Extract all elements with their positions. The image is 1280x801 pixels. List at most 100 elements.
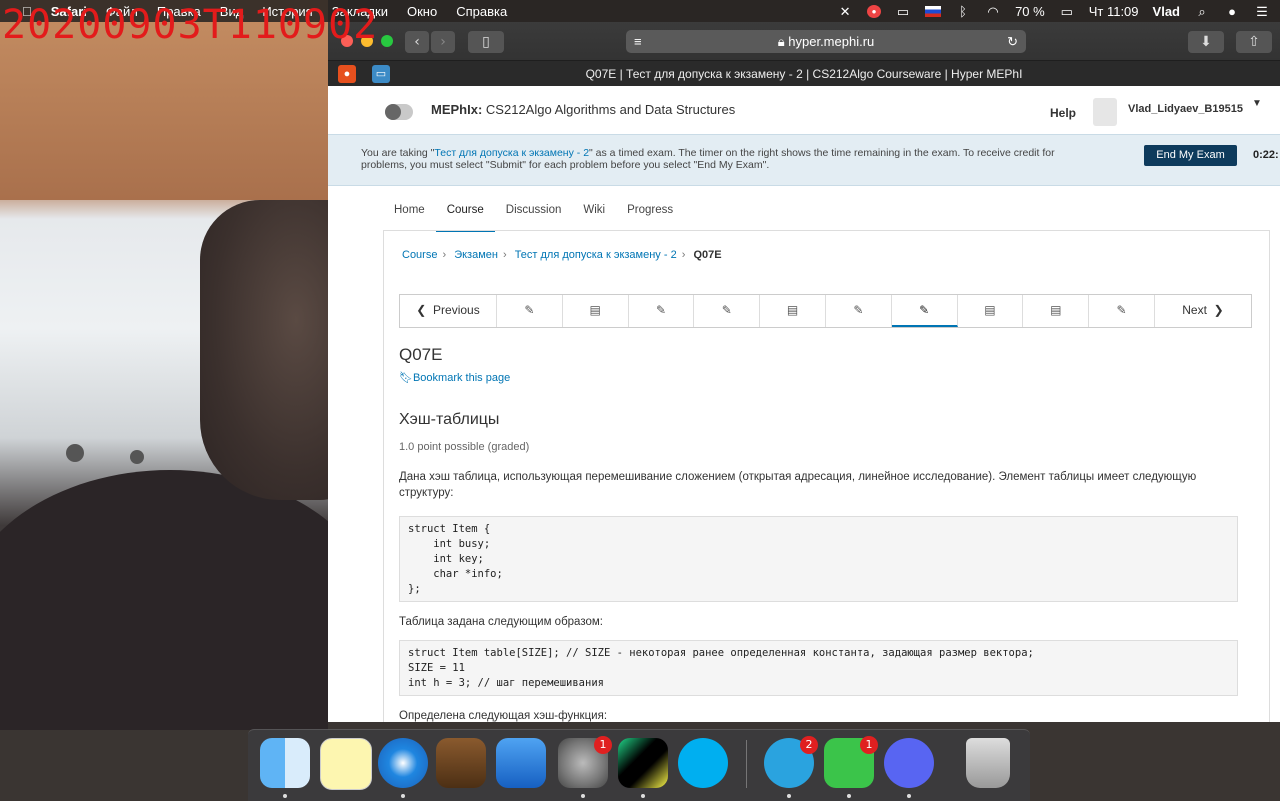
chevron-left-icon: ❮ — [416, 303, 427, 317]
zoom-window-button[interactable] — [381, 35, 393, 47]
back-button[interactable]: ‹ — [405, 31, 429, 53]
exam-link[interactable]: Тест для допуска к экзамену - 2 — [434, 147, 589, 159]
garageband-icon[interactable] — [436, 738, 486, 788]
previous-button[interactable]: ❮ Previous — [400, 295, 497, 327]
tab-wiki[interactable]: Wiki — [572, 200, 616, 230]
sequence-unit-problem-icon[interactable]: ✎ — [694, 295, 761, 327]
pycharm-icon[interactable] — [618, 738, 668, 788]
lock-icon: 🔒︎ — [777, 34, 785, 49]
battery-icon[interactable]: ▭ — [1059, 5, 1075, 18]
tab-bar: ● ▭ Q07E | Тест для допуска к экзамену -… — [328, 60, 1280, 87]
trash-icon[interactable] — [966, 738, 1010, 788]
finder-icon[interactable] — [260, 738, 310, 788]
breadcrumb-section[interactable]: Экзамен — [454, 249, 498, 261]
discord-icon[interactable] — [884, 738, 934, 788]
exam-message: You are taking "Тест для допуска к экзам… — [361, 147, 1081, 171]
active-tab-title[interactable]: Q07E | Тест для допуска к экзамену - 2 |… — [328, 67, 1280, 81]
notes-icon[interactable] — [320, 738, 372, 790]
running-indicator — [847, 794, 851, 798]
sidebar-toggle-icon[interactable]: ▯ — [468, 31, 504, 53]
forward-button[interactable]: › — [431, 31, 455, 53]
next-button[interactable]: Next ❯ — [1155, 295, 1251, 327]
sequence-unit-problem-icon[interactable]: ✎ — [497, 295, 563, 327]
sequence-navigation: ❮ Previous ✎ ▤ ✎ ✎ ▤ ✎ ✎ ▤ ▤ ✎ Next ❯ — [399, 294, 1252, 328]
wifi-icon[interactable]: ◠ — [985, 5, 1001, 18]
breadcrumb-course[interactable]: Course — [402, 249, 437, 261]
display-status-icon[interactable]: ▭ — [895, 5, 911, 18]
sequence-unit-problem-icon[interactable]: ✎ — [1089, 295, 1155, 327]
battery-percentage[interactable]: 70 % — [1015, 4, 1045, 19]
spotlight-search-icon[interactable]: ⌕ — [1194, 5, 1210, 18]
notification-status-icon[interactable]: • — [867, 4, 882, 18]
dock-separator — [746, 740, 747, 788]
running-indicator — [641, 794, 645, 798]
browser-toolbar: ‹ › ▯ ≡ 🔒︎ hyper.mephi.ru ↻ ⬇ ⇧ — [328, 22, 1280, 60]
running-indicator — [787, 794, 791, 798]
share-icon[interactable]: ⇧ — [1236, 31, 1272, 53]
reader-icon[interactable]: ≡ — [634, 30, 642, 53]
username-link[interactable]: Vlad_Lidyaev_B19515 — [1128, 103, 1243, 115]
help-link[interactable]: Help — [1050, 106, 1076, 120]
menu-user[interactable]: Vlad — [1153, 4, 1180, 19]
webcam-person-body — [0, 470, 328, 730]
siri-icon[interactable]: ● — [1224, 5, 1240, 18]
timed-exam-banner: You are taking "Тест для допуска к экзам… — [328, 134, 1280, 186]
sequence-unit-text-icon[interactable]: ▤ — [760, 295, 826, 327]
xcode-icon[interactable] — [496, 738, 546, 788]
address-bar[interactable]: ≡ 🔒︎ hyper.mephi.ru ↻ — [626, 30, 1026, 53]
sequence-unit-text-icon[interactable]: ▤ — [563, 295, 629, 327]
exam-timer: 0:22: — [1253, 149, 1279, 161]
table-definition-text: Таблица задана следующим образом: — [399, 616, 603, 628]
keyboard-layout-flag-icon[interactable] — [925, 5, 942, 17]
web-page: MEPhIx: CS212Algo Algorithms and Data St… — [328, 86, 1280, 722]
browser-window: ‹ › ▯ ≡ 🔒︎ hyper.mephi.ru ↻ ⬇ ⇧ ● ▭ Q07E… — [328, 22, 1280, 722]
sequence-unit-text-icon[interactable]: ▤ — [958, 295, 1024, 327]
bookmark-icon: 🔖︎ — [399, 372, 413, 384]
reload-icon[interactable]: ↻ — [1007, 30, 1018, 53]
breadcrumb-subsection[interactable]: Тест для допуска к экзамену - 2 — [515, 249, 677, 261]
menu-window[interactable]: Окно — [407, 4, 437, 19]
avatar[interactable] — [1093, 98, 1117, 126]
sequence-unit-problem-icon[interactable]: ✎ — [826, 295, 892, 327]
tab-progress[interactable]: Progress — [616, 200, 684, 230]
skype-icon[interactable] — [678, 738, 728, 788]
unit-title: Q07E — [399, 345, 443, 364]
webcam-person-head — [200, 200, 328, 500]
problem-description: Дана хэш таблица, использующая перемешив… — [399, 471, 1197, 499]
menu-clock[interactable]: Чт 11:09 — [1089, 4, 1139, 19]
running-indicator — [907, 794, 911, 798]
menu-toggle[interactable] — [385, 104, 413, 120]
site-header: MEPhIx: CS212Algo Algorithms and Data St… — [328, 86, 1280, 134]
sequence-unit-current-problem-icon[interactable]: ✎ — [891, 295, 958, 327]
org-label: MEPhIx: — [431, 102, 483, 117]
dock: 1 2 1 — [248, 729, 1030, 801]
downloads-icon[interactable]: ⬇ — [1188, 31, 1224, 53]
url-text: hyper.mephi.ru — [788, 34, 875, 49]
sequence-unit-text-icon[interactable]: ▤ — [1023, 295, 1090, 327]
bluetooth-icon[interactable]: ᛒ — [955, 5, 971, 18]
telegram-badge: 2 — [800, 736, 818, 754]
tab-discussion[interactable]: Discussion — [495, 200, 573, 230]
code-block-struct: struct Item { int busy; int key; char *i… — [399, 516, 1238, 602]
recording-timestamp: 20200903T110902 — [2, 2, 379, 48]
webcam-object — [66, 444, 84, 462]
tab-course[interactable]: Course — [435, 200, 495, 232]
breadcrumb-current: Q07E — [693, 249, 722, 261]
exam-message-prefix: You are taking " — [361, 147, 435, 159]
system-preferences-badge: 1 — [594, 736, 612, 754]
menu-help[interactable]: Справка — [456, 4, 507, 19]
previous-label: Previous — [433, 303, 480, 317]
safari-icon[interactable] — [378, 738, 428, 788]
notification-center-icon[interactable]: ☰ — [1254, 5, 1270, 18]
course-title: MEPhIx: CS212Algo Algorithms and Data St… — [431, 102, 735, 117]
sequence-unit-problem-icon[interactable]: ✎ — [629, 295, 695, 327]
bookmark-button[interactable]: 🔖︎Bookmark this page — [399, 371, 510, 384]
problem-title: Хэш-таблицы — [399, 411, 500, 428]
tools-status-icon[interactable]: ✕ — [837, 5, 853, 18]
end-exam-button[interactable]: End My Exam — [1144, 145, 1237, 166]
user-menu-chevron-down-icon[interactable]: ▼ — [1252, 98, 1262, 109]
chevron-right-icon: ❯ — [1213, 303, 1224, 317]
running-indicator — [283, 794, 287, 798]
tab-home[interactable]: Home — [383, 200, 436, 230]
facetime-badge: 1 — [860, 736, 878, 754]
